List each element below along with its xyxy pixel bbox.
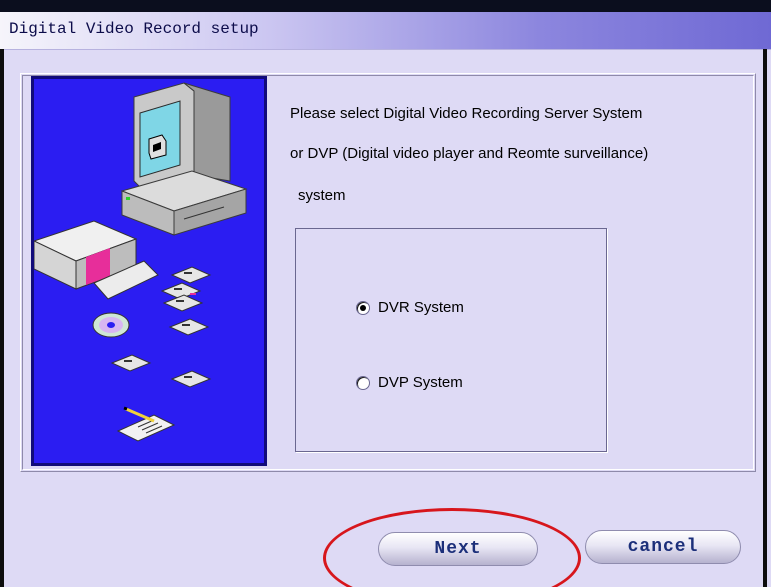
radio-unselected[interactable] [356, 375, 370, 390]
title-bar[interactable]: Digital Video Record setup [0, 12, 771, 50]
radio-dot [360, 304, 366, 311]
prompt-line-2: or DVP (Digital video player and Reomte … [290, 145, 649, 162]
dvp-system-label: DVP System [378, 374, 463, 391]
dvr-system-label: DVR System [378, 299, 464, 316]
top-strip [0, 0, 771, 12]
window-title: Digital Video Record setup [9, 20, 259, 38]
setup-window: Digital Video Record setup Please select… [0, 0, 771, 587]
radio-selected[interactable] [356, 300, 370, 315]
prompt-line-1: Please select Digital Video Recording Se… [290, 105, 643, 122]
prompt-line-3: system [298, 187, 346, 204]
setup-illustration [31, 76, 267, 466]
computer-install-graphic [34, 82, 248, 442]
cancel-button[interactable]: cancel [585, 530, 741, 564]
system-groupbox [295, 228, 607, 452]
dvp-system-radio[interactable]: DVP System [356, 374, 463, 391]
dvr-system-radio[interactable]: DVR System [356, 299, 464, 316]
